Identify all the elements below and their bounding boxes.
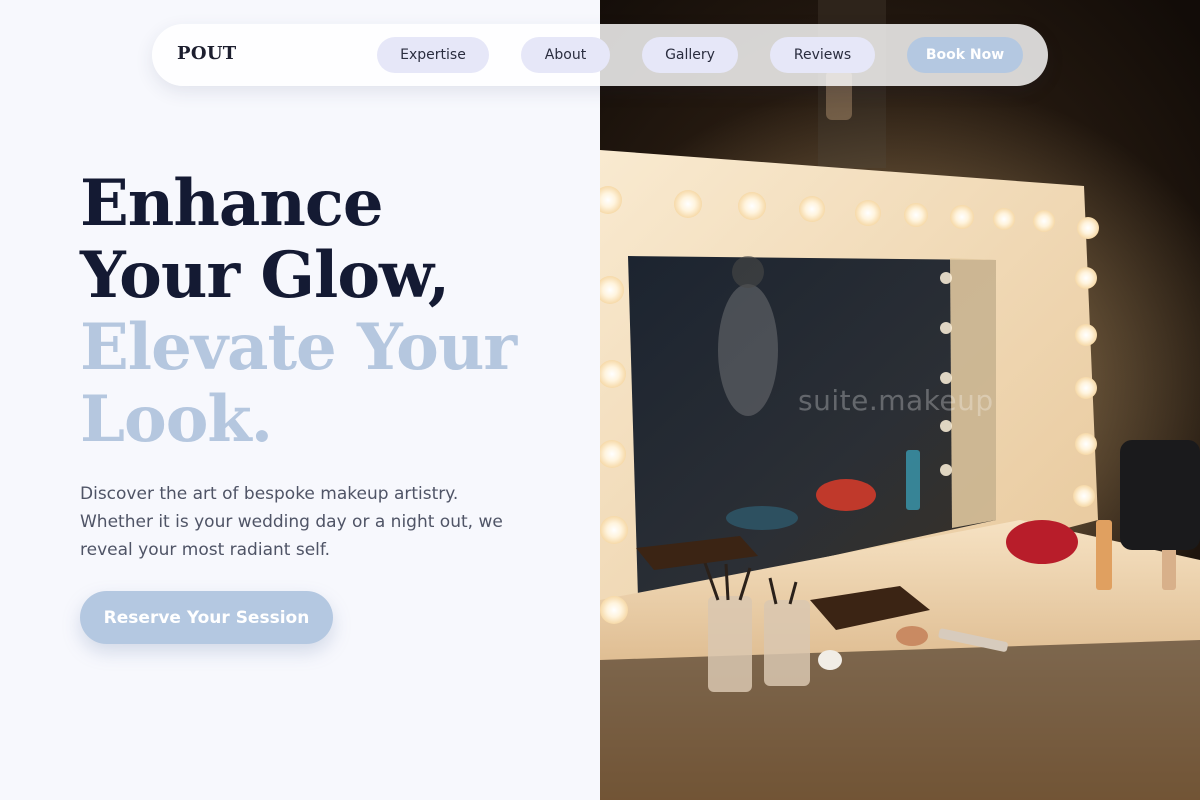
- hero-description: Discover the art of bespoke makeup artis…: [80, 484, 503, 560]
- hero-heading-accent-line: Look.: [80, 382, 273, 457]
- nav-link-expertise[interactable]: Expertise: [377, 37, 489, 73]
- top-navbar: POUT Expertise About Gallery Reviews Boo…: [152, 24, 1048, 86]
- brand-logo[interactable]: POUT: [177, 43, 237, 64]
- nav-link-gallery[interactable]: Gallery: [642, 37, 738, 73]
- book-now-button[interactable]: Book Now: [907, 37, 1023, 73]
- hero-heading: Enhance Your Glow, Elevate Your Look.: [80, 168, 560, 456]
- hero-heading-line: Enhance: [80, 166, 384, 241]
- hero-heading-line: Your Glow,: [80, 238, 450, 313]
- vanity-mirror-photo: suite.makeup: [600, 0, 1200, 800]
- nav-link-reviews[interactable]: Reviews: [770, 37, 875, 73]
- hero-heading-accent-line: Elevate Your: [80, 310, 517, 385]
- nav-link-about[interactable]: About: [521, 37, 610, 73]
- reserve-session-button[interactable]: Reserve Your Session: [80, 591, 333, 644]
- photo-watermark: suite.makeup: [798, 384, 994, 417]
